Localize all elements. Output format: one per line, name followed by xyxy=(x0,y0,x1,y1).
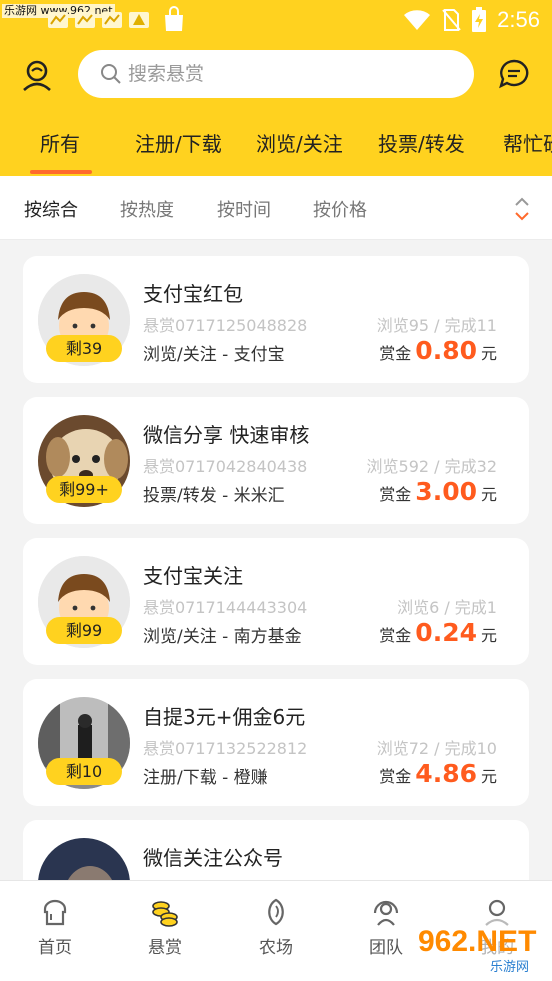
sort-bar: 按综合 按热度 按时间 按价格 xyxy=(0,176,552,240)
notification-icon xyxy=(102,12,122,28)
battery-charging-icon xyxy=(472,7,487,32)
nav-label: 首页 xyxy=(38,938,72,958)
status-icons: 2:56 xyxy=(403,6,540,34)
reward-amount: 4.86 xyxy=(415,759,477,788)
profile-icon[interactable] xyxy=(20,58,54,92)
task-category: 浏览/关注 - 支付宝 xyxy=(143,345,285,365)
search-row xyxy=(0,48,552,100)
task-id: 悬赏0717132522812 xyxy=(143,739,308,758)
task-id: 悬赏0717125048828 xyxy=(143,316,308,335)
no-sim-icon xyxy=(442,9,461,31)
task-title: 微信关注公众号 xyxy=(143,846,283,870)
reward-label: 赏金 xyxy=(379,767,412,786)
reward-unit: 元 xyxy=(480,767,497,786)
task-stats: 浏览95 / 完成11 xyxy=(376,316,497,335)
sort-comprehensive[interactable]: 按综合 xyxy=(24,196,78,222)
brand-watermark-sub: 乐游网 xyxy=(490,960,529,975)
remaining-badge: 剩99 xyxy=(46,617,122,644)
toast-icon xyxy=(43,899,67,926)
tab-browse-follow[interactable]: 浏览/关注 xyxy=(256,128,343,157)
task-stats: 浏览6 / 完成1 xyxy=(397,598,497,617)
tab-vote-share[interactable]: 投票/转发 xyxy=(378,128,465,157)
task-title: 支付宝红包 xyxy=(143,282,243,306)
message-icon[interactable] xyxy=(498,58,530,90)
task-reward: 赏金 4.86 元 xyxy=(379,759,497,788)
task-card[interactable]: 剩99+ 微信分享 快速审核 悬赏0717042840438 浏览592 / 完… xyxy=(23,397,529,524)
nav-label: 悬赏 xyxy=(148,938,182,958)
remaining-badge: 剩39 xyxy=(46,335,122,362)
active-tab-indicator xyxy=(30,170,92,174)
task-category: 投票/转发 - 米米汇 xyxy=(143,486,285,506)
task-id: 悬赏0717144443304 xyxy=(143,598,308,617)
task-card[interactable]: 剩99 支付宝关注 悬赏0717144443304 浏览6 / 完成1 浏览/关… xyxy=(23,538,529,665)
remaining-badge: 剩99+ xyxy=(46,476,122,503)
notification-icon xyxy=(129,12,149,28)
reward-amount: 0.24 xyxy=(415,618,477,647)
task-title: 自提3元+佣金6元 xyxy=(143,705,306,729)
notification-icon xyxy=(75,12,95,28)
wifi-icon xyxy=(404,10,431,30)
sort-popularity[interactable]: 按热度 xyxy=(120,196,174,222)
task-stats: 浏览72 / 完成10 xyxy=(376,739,497,758)
task-title: 支付宝关注 xyxy=(143,564,243,588)
tab-help[interactable]: 帮忙砍 xyxy=(503,128,552,157)
clock: 2:56 xyxy=(497,7,540,32)
status-bar: 乐游网 www.962.net 2:56 xyxy=(0,0,552,40)
brand-watermark-text: 962.NET xyxy=(418,925,536,958)
seed-icon xyxy=(268,898,284,926)
sort-price[interactable]: 按价格 xyxy=(313,196,367,222)
reward-label: 赏金 xyxy=(379,344,412,363)
header: 乐游网 www.962.net 2:56 所有 注册/下载 xyxy=(0,0,552,176)
reward-unit: 元 xyxy=(480,626,497,645)
reward-amount: 0.80 xyxy=(415,336,477,365)
search-bar[interactable] xyxy=(78,50,474,98)
reward-amount: 3.00 xyxy=(415,477,477,506)
tab-register-download[interactable]: 注册/下载 xyxy=(135,128,222,157)
nav-farm[interactable]: 农场 xyxy=(236,897,316,958)
sort-order-icon[interactable] xyxy=(514,196,530,222)
task-title: 微信分享 快速审核 xyxy=(143,423,310,447)
reward-unit: 元 xyxy=(480,485,497,504)
task-reward: 赏金 0.24 元 xyxy=(379,618,497,647)
reward-label: 赏金 xyxy=(379,626,412,645)
task-reward: 赏金 3.00 元 xyxy=(379,477,497,506)
task-reward: 赏金 0.80 元 xyxy=(379,336,497,365)
shopping-bag-icon xyxy=(165,6,183,31)
task-stats: 浏览592 / 完成32 xyxy=(366,457,497,476)
category-tabs: 所有 注册/下载 浏览/关注 投票/转发 帮忙砍 xyxy=(0,116,552,176)
tab-all[interactable]: 所有 xyxy=(40,128,80,157)
reward-unit: 元 xyxy=(480,344,497,363)
task-card[interactable]: 剩39 支付宝红包 悬赏0717125048828 浏览95 / 完成11 浏览… xyxy=(23,256,529,383)
task-category: 注册/下载 - 橙赚 xyxy=(143,768,268,788)
search-input[interactable] xyxy=(128,63,428,85)
search-icon xyxy=(101,64,121,84)
nav-label: 农场 xyxy=(259,938,293,958)
sort-time[interactable]: 按时间 xyxy=(217,196,271,222)
brand-watermark-logo: 962.NET 乐游网 xyxy=(410,917,548,977)
task-id: 悬赏0717042840438 xyxy=(143,457,308,476)
nav-rewards[interactable]: 悬赏 xyxy=(125,897,205,958)
task-card[interactable]: 剩10 自提3元+佣金6元 悬赏0717132522812 浏览72 / 完成1… xyxy=(23,679,529,806)
team-icon xyxy=(373,900,399,926)
coins-icon xyxy=(152,901,178,927)
nav-home[interactable]: 首页 xyxy=(15,897,95,958)
reward-label: 赏金 xyxy=(379,485,412,504)
task-category: 浏览/关注 - 南方基金 xyxy=(143,627,302,647)
notification-icon xyxy=(48,12,68,28)
remaining-badge: 剩10 xyxy=(46,758,122,785)
